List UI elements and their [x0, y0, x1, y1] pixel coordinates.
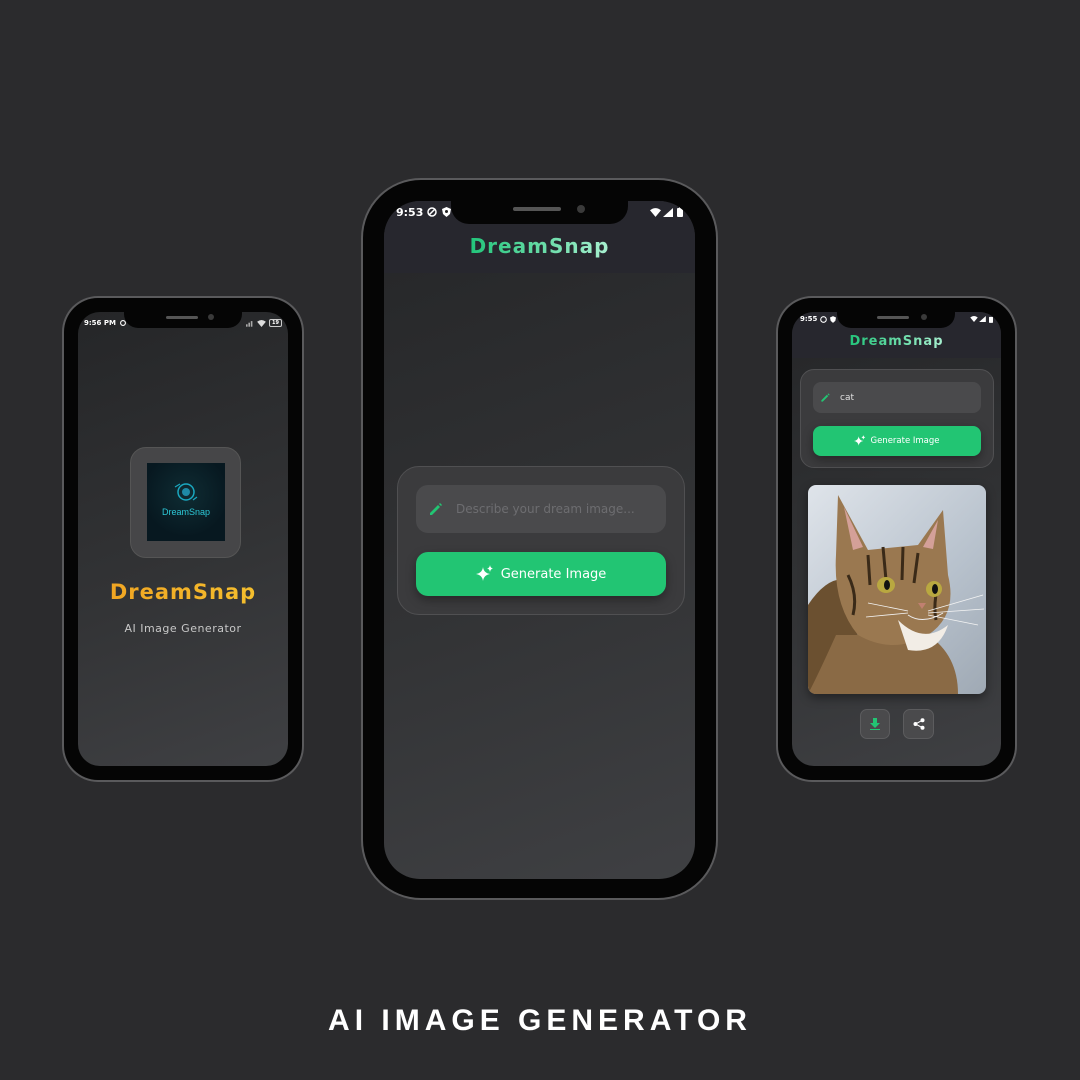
- sparkle-icon: [475, 565, 493, 581]
- left-phone: 9:56 PM 19 DreamSnap DreamSnap AI Image …: [64, 298, 302, 780]
- front-camera: [577, 205, 585, 213]
- wifi-icon: [257, 319, 266, 327]
- pencil-icon: [821, 393, 830, 402]
- app-title: DreamSnap: [470, 234, 610, 273]
- share-button[interactable]: [903, 709, 934, 739]
- cat-illustration: [808, 495, 985, 694]
- speaker: [166, 316, 198, 319]
- prompt-card: cat Generate Image: [800, 369, 994, 468]
- camera-lens-icon: [174, 483, 198, 501]
- battery-icon: [989, 316, 993, 323]
- notch: [837, 306, 955, 328]
- speaker: [877, 316, 909, 319]
- notch: [451, 196, 628, 224]
- download-icon: [870, 718, 880, 730]
- status-time: 9:56 PM: [84, 319, 116, 327]
- page-caption: AI IMAGE GENERATOR: [328, 1004, 752, 1037]
- logo-wordmark: DreamSnap: [161, 507, 211, 517]
- result-screen: DreamSnap 9:55 cat Generate Image: [792, 312, 1001, 766]
- signal-icon: [246, 320, 253, 327]
- status-time: 9:55: [800, 315, 818, 323]
- battery-icon: [677, 207, 683, 217]
- app-name: DreamSnap: [78, 580, 288, 604]
- prompt-screen: DreamSnap 9:53 Describe your dream image…: [384, 201, 695, 879]
- download-button[interactable]: [860, 709, 890, 739]
- splash-screen: 9:56 PM 19 DreamSnap DreamSnap AI Image …: [78, 312, 288, 766]
- shield-status-icon: [442, 207, 452, 217]
- prompt-placeholder: Describe your dream image...: [456, 502, 635, 516]
- vpn-status-icon: [820, 315, 828, 323]
- front-camera: [208, 314, 214, 320]
- app-logo-tile: DreamSnap: [130, 447, 241, 558]
- wifi-icon: [970, 316, 978, 322]
- prompt-input[interactable]: cat: [813, 382, 981, 413]
- generate-image-button[interactable]: Generate Image: [813, 426, 981, 456]
- wifi-icon: [650, 207, 661, 217]
- status-time: 9:53: [396, 205, 424, 219]
- vpn-status-icon: [427, 207, 438, 217]
- prompt-value: cat: [840, 392, 854, 403]
- app-subtitle: AI Image Generator: [124, 622, 242, 635]
- sparkle-icon: [854, 435, 866, 446]
- center-phone: DreamSnap 9:53 Describe your dream image…: [363, 180, 716, 898]
- right-phone: DreamSnap 9:55 cat Generate Image: [778, 298, 1015, 780]
- signal-icon: [663, 207, 673, 217]
- prompt-input[interactable]: Describe your dream image...: [416, 485, 666, 533]
- share-icon: [913, 718, 924, 730]
- app-logo: DreamSnap: [147, 463, 225, 541]
- signal-icon: [979, 316, 986, 322]
- generated-image: [808, 485, 986, 694]
- speaker: [513, 207, 561, 211]
- generate-image-button[interactable]: Generate Image: [416, 552, 666, 596]
- notch: [124, 306, 242, 328]
- prompt-card: Describe your dream image... Generate Im…: [397, 466, 685, 615]
- pencil-icon: [430, 503, 442, 515]
- generate-label: Generate Image: [500, 566, 607, 582]
- front-camera: [921, 314, 927, 320]
- app-title: DreamSnap: [849, 334, 943, 358]
- battery-indicator: 19: [269, 319, 282, 327]
- shield-status-icon: [830, 315, 837, 323]
- generate-label: Generate Image: [870, 436, 940, 446]
